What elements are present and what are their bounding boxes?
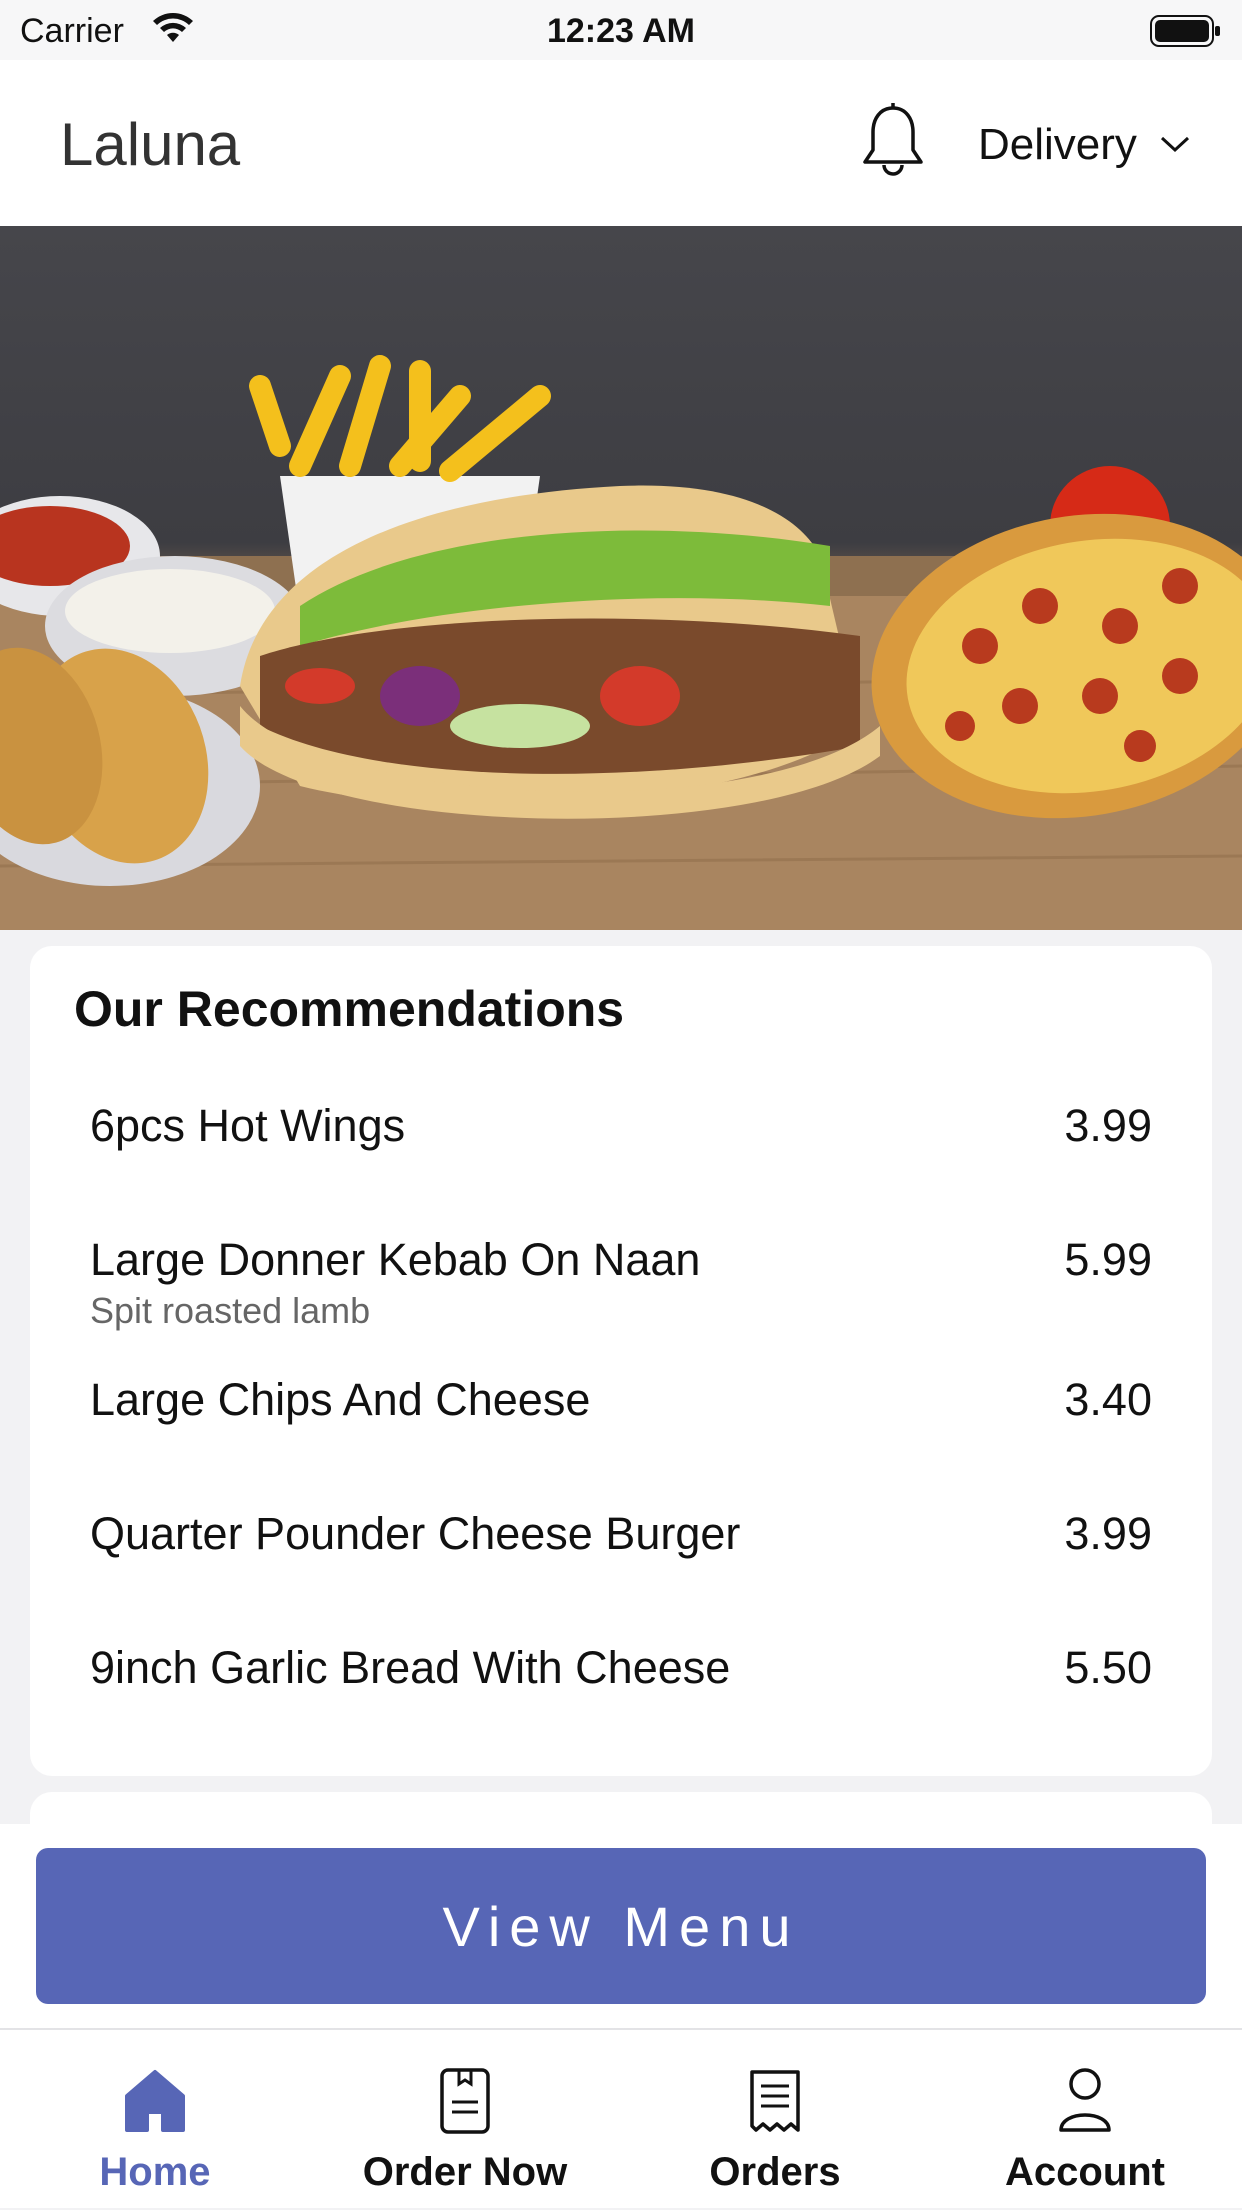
item-price: 3.99 bbox=[1064, 1508, 1152, 1559]
recommendation-item[interactable]: 9inch Garlic Bread With Cheese 5.50 bbox=[90, 1642, 1152, 1694]
restaurant-title: Laluna bbox=[60, 111, 241, 178]
tab-orders[interactable]: Orders bbox=[620, 2030, 930, 2210]
recommendation-item[interactable]: Large Chips And Cheese 3.40 bbox=[90, 1374, 1152, 1426]
hero-food-image bbox=[0, 226, 1242, 930]
home-icon bbox=[0, 2066, 310, 2142]
item-name: 9inch Garlic Bread With Cheese bbox=[90, 1642, 731, 1693]
receipt-icon bbox=[620, 2066, 930, 2142]
item-name: 6pcs Hot Wings bbox=[90, 1100, 406, 1151]
recommendations-heading: Our Recommendations bbox=[74, 981, 625, 1037]
tab-account[interactable]: Account bbox=[930, 2030, 1240, 2210]
clock: 12:23 AM bbox=[546, 12, 696, 50]
view-menu-button[interactable]: View Menu bbox=[36, 1848, 1206, 2004]
tab-label: Orders bbox=[709, 2150, 841, 2194]
tab-label: Account bbox=[1005, 2150, 1165, 2194]
tab-home[interactable]: Home bbox=[0, 2030, 310, 2210]
item-name: Quarter Pounder Cheese Burger bbox=[90, 1508, 741, 1559]
tab-label: Order Now bbox=[362, 2150, 568, 2194]
recommendations-card: Our Recommendations 6pcs Hot Wings 3.99 … bbox=[30, 946, 1212, 1776]
recommendation-item[interactable]: Large Donner Kebab On Naan Spit roasted … bbox=[90, 1234, 1152, 1332]
delivery-mode-dropdown[interactable]: Delivery bbox=[978, 120, 1137, 170]
item-name: Large Chips And Cheese bbox=[90, 1374, 591, 1425]
tab-order-now[interactable]: Order Now bbox=[310, 2030, 620, 2210]
item-price: 5.99 bbox=[1064, 1234, 1152, 1285]
battery-icon bbox=[1150, 14, 1222, 53]
item-description: Spit roasted lamb bbox=[90, 1290, 371, 1331]
status-bar: Carrier 12:23 AM bbox=[0, 0, 1242, 60]
item-price: 5.50 bbox=[1064, 1642, 1152, 1693]
app-header: Laluna Delivery bbox=[0, 60, 1242, 226]
recommendation-item[interactable]: 6pcs Hot Wings 3.99 bbox=[90, 1100, 1152, 1152]
item-name: Large Donner Kebab On Naan bbox=[90, 1234, 701, 1285]
person-icon bbox=[930, 2066, 1240, 2142]
item-price: 3.40 bbox=[1064, 1374, 1152, 1425]
menu-book-icon bbox=[310, 2066, 620, 2142]
tab-label: Home bbox=[99, 2150, 211, 2194]
item-price: 3.99 bbox=[1064, 1100, 1152, 1151]
chevron-down-icon[interactable] bbox=[1160, 134, 1190, 159]
bell-icon[interactable] bbox=[860, 102, 926, 187]
recommendation-item[interactable]: Quarter Pounder Cheese Burger 3.99 bbox=[90, 1508, 1152, 1560]
bottom-tab-bar: Home Order Now Orders Account bbox=[0, 2028, 1242, 2208]
